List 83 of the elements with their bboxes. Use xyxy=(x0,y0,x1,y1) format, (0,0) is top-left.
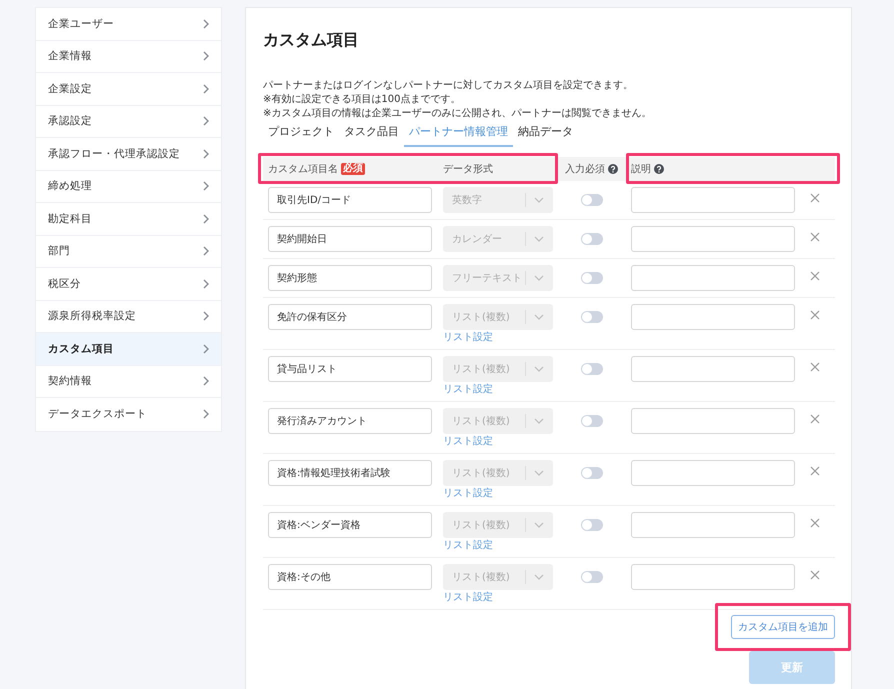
chevron-down-icon xyxy=(534,197,544,203)
close-icon[interactable] xyxy=(810,193,820,203)
chevron-right-icon xyxy=(203,344,209,354)
name-input[interactable]: 資格:ベンダー資格 xyxy=(268,512,432,538)
sidebar-item[interactable]: カスタム項目 xyxy=(36,333,221,366)
sidebar-item[interactable]: 企業情報 xyxy=(36,40,221,73)
column-header: 入力必須 xyxy=(565,162,605,176)
tab[interactable]: 納品データ xyxy=(513,121,578,147)
toggle-switch[interactable] xyxy=(581,363,603,375)
sidebar-item[interactable]: 承認フロー・代理承認設定 xyxy=(36,138,221,170)
description-text: パートナーまたはログインなしパートナーに対してカスタム項目を設定できます。 xyxy=(263,79,634,93)
chevron-down-icon xyxy=(534,470,544,476)
chevron-right-icon xyxy=(203,376,209,386)
close-icon[interactable] xyxy=(810,466,820,476)
description-input[interactable] xyxy=(631,460,795,486)
close-icon[interactable] xyxy=(810,271,820,281)
chevron-down-icon xyxy=(534,366,544,372)
chevron-right-icon xyxy=(203,278,209,289)
chevron-right-icon xyxy=(203,84,209,94)
name-input[interactable]: 契約開始日 xyxy=(268,226,432,252)
description-input[interactable] xyxy=(631,408,795,434)
sidebar-item[interactable]: 企業ユーザー xyxy=(36,8,221,40)
description-input[interactable] xyxy=(631,304,795,330)
toggle-switch[interactable] xyxy=(581,571,603,583)
chevron-down-icon xyxy=(534,522,544,528)
close-icon[interactable] xyxy=(810,362,820,372)
chevron-right-icon xyxy=(203,311,209,322)
page-title: カスタム項目 xyxy=(263,30,360,50)
column-header: データ形式 xyxy=(443,162,493,176)
close-icon[interactable] xyxy=(810,570,820,580)
chevron-down-icon xyxy=(534,574,544,580)
chevron-right-icon xyxy=(203,246,209,256)
toggle-switch[interactable] xyxy=(581,415,603,427)
close-icon[interactable] xyxy=(810,310,820,320)
close-icon[interactable] xyxy=(810,414,820,424)
description-input[interactable] xyxy=(631,187,795,213)
chevron-right-icon xyxy=(203,116,209,126)
column-header: 説明 xyxy=(631,162,651,176)
chevron-right-icon xyxy=(203,148,209,159)
name-input[interactable]: 取引先ID/コード xyxy=(268,187,432,213)
description-input[interactable] xyxy=(631,356,795,382)
chevron-right-icon xyxy=(203,409,209,420)
add-custom-field-button[interactable]: カスタム項目を追加 xyxy=(731,615,835,639)
name-input[interactable]: 資格:その他 xyxy=(268,564,432,590)
name-input[interactable]: 発行済みアカウント xyxy=(268,408,432,434)
close-icon[interactable] xyxy=(810,518,820,528)
name-input[interactable]: 貸与品リスト xyxy=(268,356,432,382)
close-icon[interactable] xyxy=(810,232,820,242)
chevron-down-icon xyxy=(534,314,544,320)
toggle-switch[interactable] xyxy=(581,519,603,531)
tab[interactable]: タスク品目 xyxy=(339,121,404,147)
chevron-right-icon xyxy=(203,18,209,29)
sidebar-item[interactable]: 企業設定 xyxy=(36,73,221,106)
sidebar-item[interactable]: 承認設定 xyxy=(36,106,221,138)
chevron-down-icon xyxy=(534,236,544,242)
description-input[interactable] xyxy=(631,564,795,590)
sidebar-item[interactable]: データエクスポート xyxy=(36,398,221,430)
sidebar-item[interactable]: 締め処理 xyxy=(36,170,221,203)
description-input[interactable] xyxy=(631,512,795,538)
required-badge: 必須 xyxy=(341,163,365,175)
name-input[interactable]: 契約形態 xyxy=(268,265,432,291)
sidebar-item[interactable]: 勘定科目 xyxy=(36,203,221,236)
name-input[interactable]: 資格:情報処理技術者試験 xyxy=(268,460,432,486)
column-header: カスタム項目名 xyxy=(268,163,338,176)
description-text: ※有効に設定できる項目は100点までです。 xyxy=(263,93,462,107)
chevron-right-icon xyxy=(203,51,209,62)
sidebar-item[interactable]: 契約情報 xyxy=(36,366,221,398)
toggle-switch[interactable] xyxy=(581,194,603,206)
description-input[interactable] xyxy=(631,226,795,252)
chevron-down-icon xyxy=(534,418,544,424)
toggle-switch[interactable] xyxy=(581,467,603,479)
tab[interactable]: プロジェクト xyxy=(263,121,339,147)
toggle-switch[interactable] xyxy=(581,311,603,323)
name-input[interactable]: 免許の保有区分 xyxy=(268,304,432,330)
chevron-right-icon xyxy=(203,214,209,224)
description-text: ※カスタム項目の情報は企業ユーザーのみに公開され、パートナーは閲覧できません。 xyxy=(263,107,652,121)
sidebar-item[interactable]: 部門 xyxy=(36,236,221,268)
sidebar-item[interactable]: 税区分 xyxy=(36,268,221,300)
description-input[interactable] xyxy=(631,265,795,291)
chevron-down-icon xyxy=(534,275,544,281)
toggle-switch[interactable] xyxy=(581,272,603,284)
toggle-switch[interactable] xyxy=(581,233,603,245)
chevron-right-icon xyxy=(203,181,209,192)
